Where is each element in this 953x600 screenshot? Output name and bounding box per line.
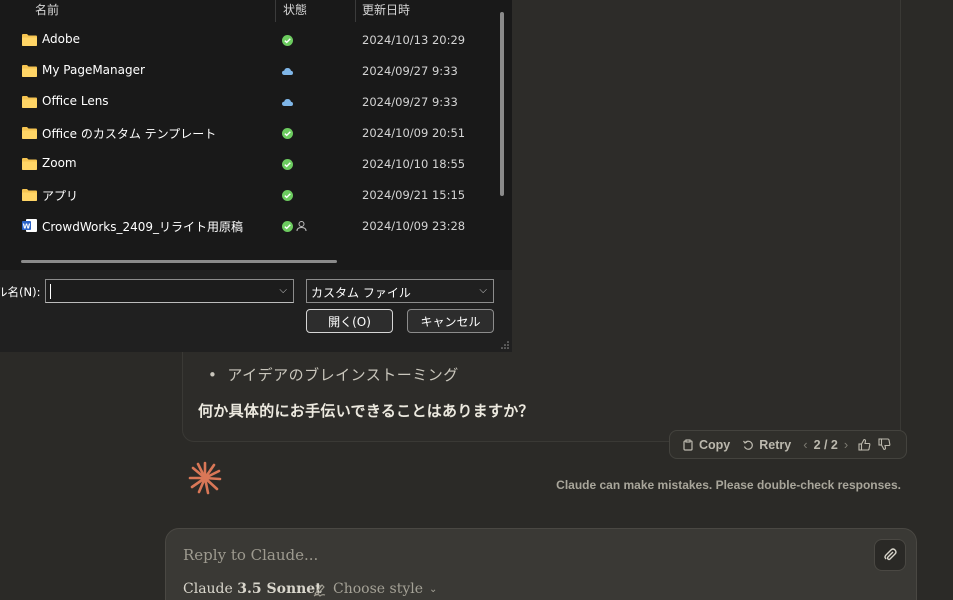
file-name: Zoom	[42, 156, 77, 170]
file-date: 2024/10/09 23:28	[362, 219, 466, 233]
file-name: Office Lens	[42, 94, 109, 108]
thumbs-down-button[interactable]	[876, 437, 892, 453]
paperclip-icon	[884, 548, 897, 561]
style-picker[interactable]: Choose style ⌄	[312, 581, 437, 597]
file-date: 2024/09/21 15:15	[362, 188, 466, 202]
claude-logo-icon	[188, 461, 222, 495]
column-status[interactable]: 状態	[283, 1, 307, 18]
message-bullet-list: アイデアのブレインストーミング	[208, 364, 459, 385]
message-action-bar: Copy Retry ‹ 2 / 2 ›	[669, 430, 907, 459]
model-selector[interactable]: Claude 3.5 Sonnet	[183, 581, 322, 597]
resize-grip-icon[interactable]	[501, 341, 509, 349]
thumbs-up-icon	[858, 438, 871, 451]
chevron-down-icon: ⌵	[479, 285, 487, 296]
cloud-icon	[282, 68, 293, 75]
chevron-down-icon[interactable]: ⌵	[279, 285, 287, 296]
file-row[interactable]: W CrowdWorks_2409_リライト用原稿 2024/10/09 23:2…	[0, 211, 495, 242]
model-prefix: Claude	[183, 581, 233, 597]
shared-user-icon	[296, 221, 307, 232]
chevron-left-icon[interactable]: ‹	[803, 437, 807, 452]
file-name: Office のカスタム テンプレート	[42, 127, 217, 141]
thumbs-down-icon	[878, 438, 891, 451]
open-button[interactable]: 開く(O)	[306, 309, 393, 333]
sync-check-icon	[282, 190, 293, 201]
filename-label: ル名(N):	[0, 285, 41, 299]
column-header: 名前 状態 更新日時	[0, 0, 495, 22]
dialog-footer: ル名(N): ⌵ カスタム ファイル ⌵ 開く(O) キャンセル	[0, 270, 512, 352]
folder-icon	[22, 34, 37, 46]
pen-style-icon	[313, 583, 326, 597]
file-type-select[interactable]: カスタム ファイル ⌵	[306, 279, 494, 303]
folder-icon	[22, 158, 37, 170]
file-row[interactable]: Office Lens 2024/09/27 9:33	[0, 87, 495, 118]
file-list: Adobe 2024/10/13 20:29 My PageManager 20…	[0, 25, 495, 242]
filename-input[interactable]: ⌵	[45, 279, 294, 303]
file-name: CrowdWorks_2409_リライト用原稿	[42, 220, 244, 234]
file-row[interactable]: Adobe 2024/10/13 20:29	[0, 25, 495, 56]
folder-icon	[22, 96, 37, 108]
retry-label: Retry	[759, 437, 792, 452]
text-caret	[50, 284, 51, 299]
copy-button[interactable]: Copy	[678, 433, 734, 457]
pager-label: 2 / 2	[813, 437, 838, 452]
cancel-button[interactable]: キャンセル	[407, 309, 494, 333]
file-row[interactable]: アプリ 2024/09/21 15:15	[0, 180, 495, 211]
chevron-right-icon[interactable]: ›	[844, 437, 848, 452]
sync-check-icon	[282, 35, 293, 46]
file-row[interactable]: Zoom 2024/10/10 18:55	[0, 149, 495, 180]
file-date: 2024/10/10 18:55	[362, 157, 466, 171]
file-row[interactable]: My PageManager 2024/09/27 9:33	[0, 56, 495, 87]
copy-label: Copy	[699, 437, 731, 452]
file-date: 2024/10/13 20:29	[362, 33, 466, 47]
bullet-item: アイデアのブレインストーミング	[208, 364, 459, 385]
word-document-icon: W	[22, 219, 37, 232]
message-composer[interactable]: Reply to Claude... Claude 3.5 Sonnet Cho…	[165, 528, 917, 600]
retry-button[interactable]: Retry	[738, 433, 795, 457]
column-name[interactable]: 名前	[35, 1, 59, 18]
reply-input[interactable]: Reply to Claude...	[183, 546, 318, 564]
message-closing-text: 何か具体的にお手伝いできることはありますか？	[198, 402, 534, 420]
svg-text:W: W	[23, 223, 31, 231]
column-modified[interactable]: 更新日時	[362, 1, 410, 18]
file-list-pane: 名前 状態 更新日時 Adobe 2024/10/13 20:29 My Pag…	[0, 0, 512, 270]
folder-icon	[22, 65, 37, 77]
file-date: 2024/09/27 9:33	[362, 64, 458, 78]
file-date: 2024/10/09 20:51	[362, 126, 466, 140]
vertical-scrollbar[interactable]	[500, 12, 504, 196]
file-row[interactable]: Office のカスタム テンプレート 2024/10/09 20:51	[0, 118, 495, 149]
sync-check-icon	[282, 159, 293, 170]
file-name: アプリ	[42, 189, 79, 203]
folder-icon	[22, 127, 37, 139]
horizontal-scrollbar[interactable]	[21, 260, 337, 263]
column-divider[interactable]	[275, 0, 276, 22]
column-divider[interactable]	[355, 0, 356, 22]
clipboard-icon	[683, 438, 693, 451]
file-type-value: カスタム ファイル	[311, 286, 411, 300]
retry-icon	[743, 440, 754, 450]
file-open-dialog: 名前 状態 更新日時 Adobe 2024/10/13 20:29 My Pag…	[0, 0, 512, 352]
sync-check-icon	[282, 128, 293, 139]
file-name: My PageManager	[42, 63, 145, 77]
style-label: Choose style	[333, 581, 423, 597]
chevron-down-icon: ⌄	[429, 583, 438, 595]
thumbs-up-button[interactable]	[856, 437, 872, 453]
sync-check-icon	[282, 221, 293, 232]
model-version: 3.5 Sonnet	[237, 581, 322, 597]
file-name: Adobe	[42, 32, 80, 46]
folder-icon	[22, 189, 37, 201]
file-date: 2024/09/27 9:33	[362, 95, 458, 109]
cloud-icon	[282, 99, 293, 106]
attach-button[interactable]	[874, 539, 906, 571]
response-pager: ‹ 2 / 2 ›	[799, 437, 852, 452]
disclaimer-text: Claude can make mistakes. Please double-…	[556, 478, 901, 492]
